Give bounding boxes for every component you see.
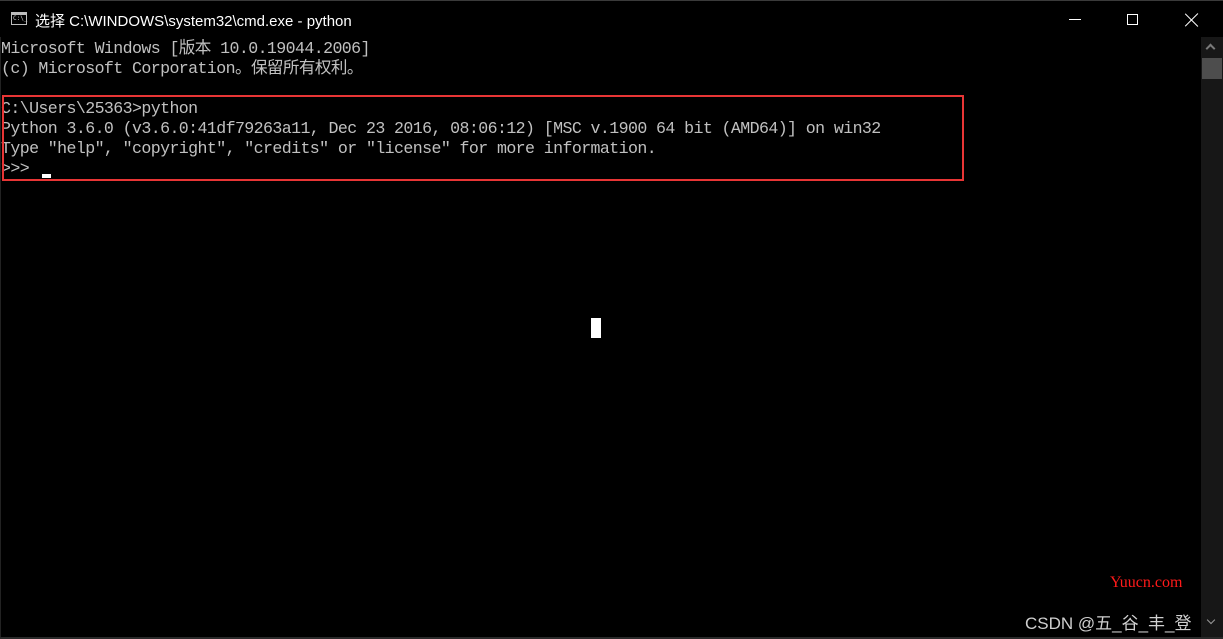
author-watermark: CSDN @五_谷_丰_登 bbox=[1025, 614, 1192, 633]
close-button[interactable] bbox=[1162, 2, 1223, 38]
highlight-box bbox=[2, 95, 964, 181]
text-cursor bbox=[42, 174, 51, 178]
scroll-thumb[interactable] bbox=[1202, 58, 1222, 79]
cmd-icon[interactable]: C:\_ bbox=[11, 12, 27, 25]
site-watermark: Yuucn.com bbox=[1110, 574, 1183, 591]
vertical-scrollbar[interactable] bbox=[1201, 37, 1223, 639]
console-line: (c) Microsoft Corporation。保留所有权利。 bbox=[1, 59, 364, 78]
minimize-button[interactable] bbox=[1046, 2, 1104, 38]
title-bar[interactable]: C:\_ 选择 C:\WINDOWS\system32\cmd.exe - py… bbox=[0, 1, 1223, 37]
close-icon bbox=[1185, 13, 1199, 27]
window-title: 选择 C:\WINDOWS\system32\cmd.exe - python bbox=[35, 13, 352, 30]
cmd-icon-text: C:\_ bbox=[13, 15, 28, 22]
scroll-down-icon[interactable] bbox=[1201, 617, 1223, 636]
mouse-text-cursor bbox=[591, 318, 601, 338]
maximize-icon bbox=[1127, 14, 1138, 25]
maximize-button[interactable] bbox=[1104, 2, 1162, 38]
console-line: Microsoft Windows [版本 10.0.19044.2006] bbox=[1, 39, 370, 58]
minimize-icon bbox=[1069, 19, 1081, 20]
scroll-up-icon[interactable] bbox=[1201, 37, 1223, 56]
